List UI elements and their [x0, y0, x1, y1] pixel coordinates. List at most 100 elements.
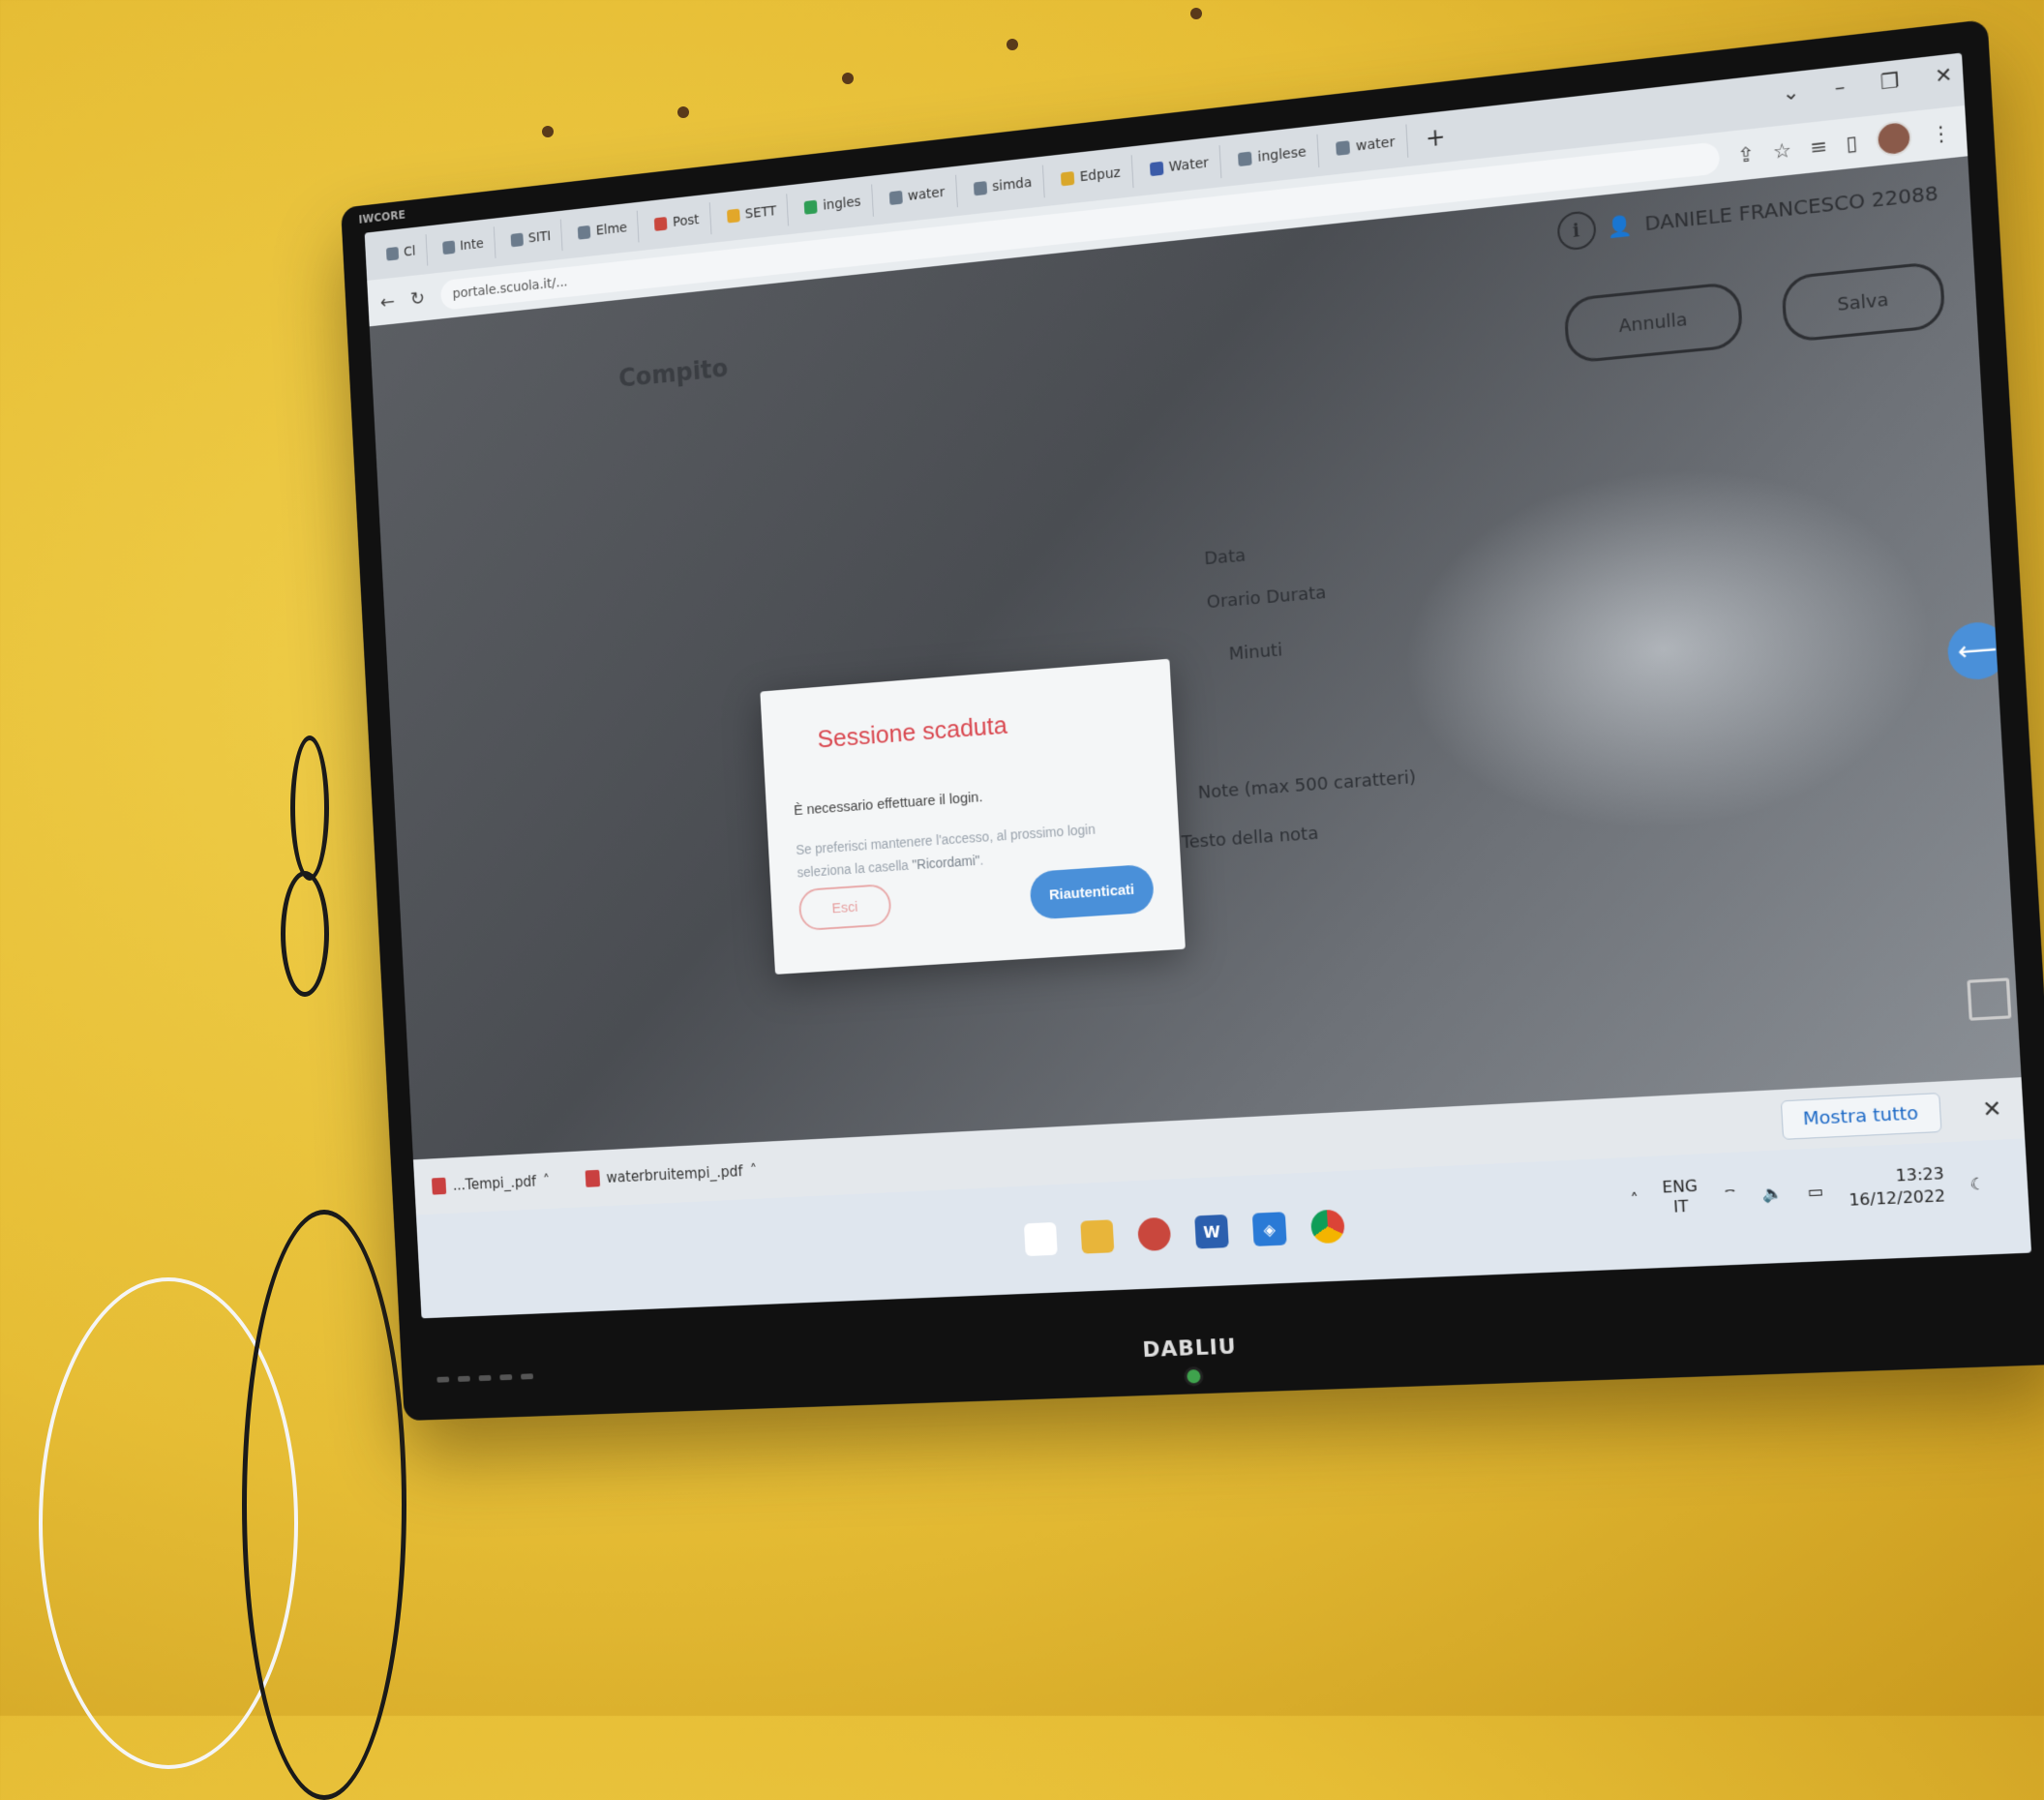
file-explorer-icon[interactable] — [1080, 1219, 1115, 1254]
download-item[interactable]: waterbruitempi_.pdf ˄ — [585, 1162, 757, 1187]
close-icon[interactable]: ✕ — [1934, 62, 1953, 88]
download-filename: ...Tempi_.pdf — [452, 1173, 537, 1194]
battery-icon[interactable]: ▭ — [1807, 1181, 1823, 1201]
browser-tab[interactable]: Water — [1137, 145, 1222, 188]
minutes-label: Minuti — [1228, 640, 1283, 665]
save-button[interactable]: Salva — [1780, 260, 1946, 344]
tab-search-icon[interactable]: ⌄ — [1782, 79, 1800, 105]
wall-screw — [542, 126, 554, 137]
reload-icon[interactable]: ↻ — [409, 286, 425, 310]
note-text-placeholder: Testo della nota — [1181, 823, 1319, 854]
tray-chevron-up-icon[interactable]: ˄ — [1630, 1189, 1638, 1209]
wall-screw — [1007, 39, 1018, 50]
tab-favicon-icon — [385, 246, 400, 261]
panel-button[interactable] — [436, 1376, 450, 1383]
download-item[interactable]: ...Tempi_.pdf ˄ — [431, 1172, 551, 1195]
word-icon[interactable]: W — [1194, 1214, 1229, 1249]
tab-label: water — [1355, 134, 1396, 155]
wall-screw — [1190, 8, 1202, 19]
tab-label: SITI — [527, 228, 552, 247]
lang-top: ENG — [1662, 1176, 1698, 1197]
window-controls: ⌄ – ❐ ✕ — [1782, 62, 1953, 105]
menu-kebab-icon[interactable]: ⋮ — [1930, 120, 1952, 146]
screen: Cl Inte SITI Elme Post SETT ingles water… — [364, 52, 2032, 1319]
clock-date: 16/12/2022 — [1848, 1185, 1946, 1210]
reading-list-icon[interactable]: ≡ — [1809, 134, 1827, 160]
tab-favicon-icon — [510, 232, 524, 248]
tab-label: Inte — [459, 236, 485, 255]
interactive-display: IWCORE Cl Inte SITI Elme Post SETT ingle… — [341, 18, 2044, 1422]
close-downloads-icon[interactable]: ✕ — [1982, 1096, 2003, 1123]
side-panel-icon[interactable]: ▯ — [1846, 131, 1858, 156]
info-icon[interactable]: i — [1555, 209, 1597, 252]
bookmark-star-icon[interactable]: ☆ — [1772, 137, 1792, 164]
dialog-hint-suffix: . — [979, 852, 984, 868]
clock[interactable]: 13:23 16/12/2022 — [1848, 1162, 1946, 1212]
new-tab-button[interactable]: + — [1413, 122, 1458, 154]
drive-icon — [804, 199, 818, 215]
panel-button[interactable] — [521, 1373, 534, 1380]
url-text: portale.scuola.it/... — [452, 274, 568, 302]
browser-tab[interactable]: Cl — [375, 234, 428, 272]
show-all-downloads-button[interactable]: Mostra tutto — [1780, 1092, 1942, 1140]
brand-logo-top: IWCORE — [358, 207, 406, 226]
tab-favicon-icon — [578, 225, 591, 240]
browser-tab[interactable]: ingles — [793, 184, 874, 225]
language-indicator[interactable]: ENG IT — [1662, 1176, 1699, 1217]
power-cable — [281, 871, 329, 997]
share-icon[interactable]: ⇪ — [1736, 141, 1755, 167]
panel-button[interactable] — [457, 1375, 470, 1382]
dialog-title: Sessione scaduta — [816, 709, 1008, 754]
browser-tab[interactable]: Elme — [566, 210, 640, 251]
exit-button[interactable]: Esci — [797, 883, 892, 932]
volume-icon[interactable]: 🔈 — [1762, 1183, 1784, 1203]
date-label: Data — [1203, 545, 1247, 570]
tab-favicon-icon — [1060, 170, 1075, 187]
notes-label: Note (max 500 caratteri) — [1197, 766, 1417, 804]
page-backdrop: i 👤 DANIELE FRANCESCO 22088 Annulla Salv… — [369, 156, 2022, 1160]
windows-start-icon[interactable] — [1023, 1221, 1058, 1257]
session-expired-dialog: Sessione scaduta È necessario effettuare… — [760, 658, 1186, 975]
wall-screw — [677, 106, 689, 118]
tab-favicon-icon — [1149, 161, 1164, 177]
lang-bottom: IT — [1672, 1196, 1690, 1216]
tab-label: Post — [672, 212, 700, 230]
restore-icon[interactable]: ❐ — [1879, 68, 1900, 94]
back-arrow-icon[interactable]: ← — [379, 289, 395, 313]
panel-button[interactable] — [499, 1374, 513, 1381]
browser-tab[interactable]: Inte — [431, 226, 496, 265]
tab-label: Elme — [595, 220, 628, 239]
fullscreen-icon[interactable] — [1967, 977, 2012, 1021]
minimize-icon[interactable]: – — [1834, 75, 1846, 100]
notifications-icon[interactable]: ☾ — [1969, 1174, 1986, 1194]
browser-tab[interactable]: SETT — [715, 194, 790, 234]
record-app-icon[interactable] — [1137, 1216, 1172, 1252]
tab-favicon-icon — [973, 181, 987, 196]
tab-label: water — [907, 184, 946, 204]
browser-tab[interactable]: Post — [643, 202, 712, 242]
app-shield-icon[interactable]: ◈ — [1251, 1212, 1287, 1246]
chevron-up-icon[interactable]: ˄ — [750, 1162, 758, 1180]
tab-label: Edpuz — [1079, 165, 1122, 186]
reauthenticate-button[interactable]: Riautenticati — [1029, 863, 1156, 920]
chrome-icon[interactable] — [1309, 1209, 1345, 1245]
browser-tab[interactable]: water — [877, 174, 958, 217]
taskbar-apps: W ◈ — [1023, 1209, 1345, 1257]
tab-label: inglese — [1257, 144, 1308, 165]
panel-button[interactable] — [478, 1374, 492, 1382]
remember-me-highlight: "Ricordami" — [912, 852, 980, 873]
front-panel-buttons — [436, 1373, 534, 1383]
tab-label: simda — [991, 174, 1033, 195]
browser-tab[interactable]: inglese — [1225, 134, 1320, 178]
wifi-icon[interactable]: ⌔ — [1722, 1185, 1738, 1205]
chevron-up-icon[interactable]: ˄ — [543, 1172, 551, 1189]
browser-tab[interactable]: SITI — [498, 219, 563, 258]
tab-label: SETT — [744, 203, 777, 223]
browser-tab[interactable]: Edpuz — [1048, 155, 1134, 197]
browser-tab[interactable]: water — [1323, 124, 1409, 167]
browser-tab[interactable]: simda — [961, 165, 1045, 207]
user-icon: 👤 — [1607, 212, 1634, 240]
profile-avatar[interactable] — [1875, 119, 1913, 158]
cancel-button[interactable]: Annulla — [1563, 281, 1744, 365]
tab-label: ingles — [822, 194, 861, 214]
